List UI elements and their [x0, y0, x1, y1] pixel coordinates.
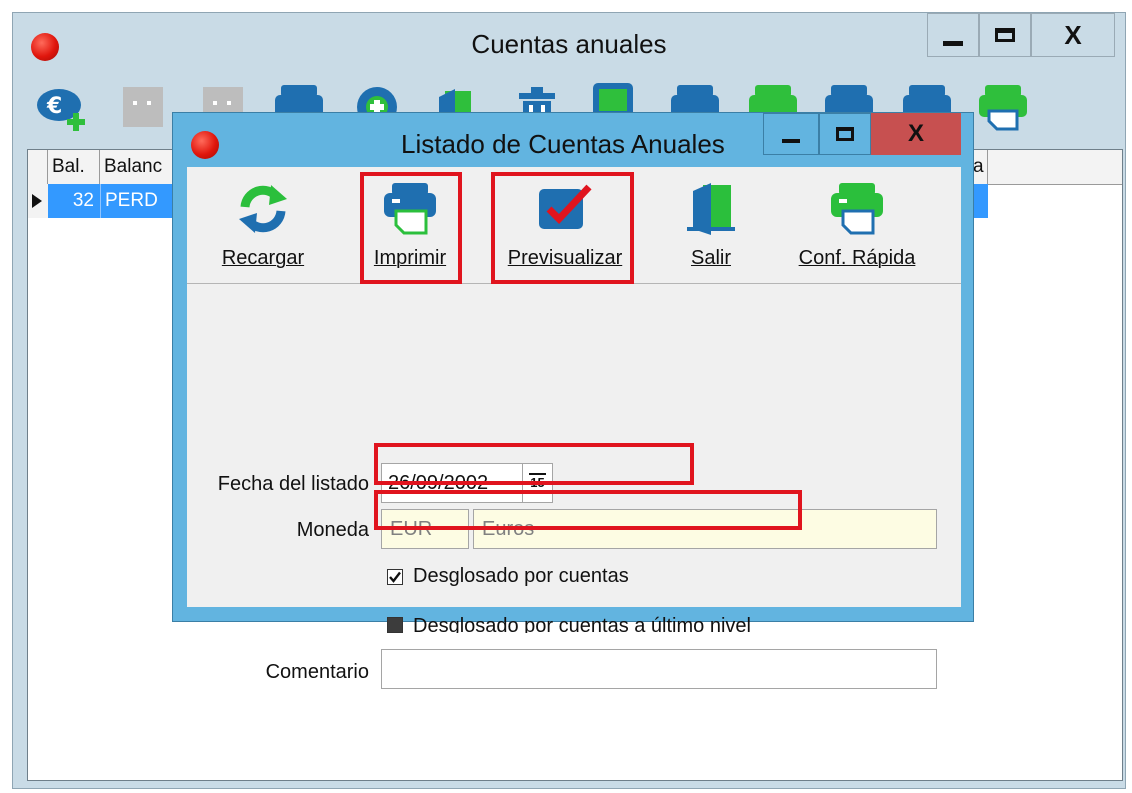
salir-button[interactable]: Salir [671, 177, 751, 277]
imprimir-button[interactable]: Imprimir [365, 177, 455, 277]
calendar-icon: 15 [529, 473, 546, 490]
fecha-label: Fecha del listado [217, 473, 369, 495]
maximize-icon [836, 127, 854, 141]
close-icon: X [1064, 19, 1082, 50]
exit-door-icon [687, 183, 735, 235]
grid-corner [28, 150, 48, 184]
refresh-icon [239, 185, 287, 233]
app-logo-icon [191, 131, 219, 159]
desglosado-checkbox[interactable] [387, 569, 403, 585]
svg-text:€: € [46, 94, 62, 119]
maximize-icon [995, 28, 1015, 42]
previsualizar-label: Previsualizar [507, 247, 623, 269]
column-header-bal[interactable]: Bal. [48, 150, 100, 184]
dialog-toolbar: Recargar Imprimir Previsualizar Salir Co… [187, 167, 961, 284]
recargar-label: Recargar [221, 247, 305, 269]
row-indicator[interactable] [28, 184, 49, 218]
dialog-title: Listado de Cuentas Anuales [401, 129, 725, 159]
checkmark-icon [389, 571, 401, 583]
salir-label: Salir [690, 247, 731, 269]
minimize-icon [782, 139, 800, 143]
dialog-body: Recargar Imprimir Previsualizar Salir Co… [187, 167, 961, 689]
desglosado-ultimo-label: Desglosado por cuentas a último nivel [413, 615, 751, 633]
comentario-label: Comentario [265, 661, 369, 683]
close-icon: X [907, 120, 924, 147]
calendar-button[interactable]: 15 [523, 463, 553, 503]
dialog-minimize-button[interactable] [763, 113, 819, 155]
imprimir-label: Imprimir [373, 247, 447, 269]
main-titlebar[interactable]: Cuentas anuales X [13, 13, 1125, 73]
comentario-input[interactable] [381, 649, 937, 689]
add-euro-icon[interactable]: € [37, 81, 89, 133]
dialog-close-button[interactable]: X [871, 113, 961, 155]
dialog-maximize-button[interactable] [819, 113, 871, 155]
moneda-name-field: Euros [473, 509, 937, 549]
previsualizar-button[interactable]: Previsualizar [497, 177, 633, 277]
row-pointer-icon [32, 194, 42, 208]
minimize-icon [943, 40, 963, 46]
moneda-label: Moneda [296, 519, 369, 541]
desglosado-label: Desglosado por cuentas [413, 565, 629, 587]
main-minimize-button[interactable] [927, 13, 979, 57]
desglosado-ultimo-row: Desglosado por cuentas a último nivel [377, 613, 983, 633]
printer-quick-icon[interactable] [977, 81, 1029, 133]
recargar-button[interactable]: Recargar [205, 177, 321, 277]
preview-check-icon [539, 184, 592, 229]
moneda-code-field[interactable]: EUR [381, 509, 469, 549]
conf-rapida-label: Conf. Rápida [798, 247, 916, 269]
disabled-icon [123, 87, 163, 127]
cell-bal[interactable]: 32 [48, 184, 100, 218]
printer-settings-icon [831, 183, 883, 235]
desglosado-ultimo-checkbox[interactable] [387, 617, 403, 633]
main-maximize-button[interactable] [979, 13, 1031, 57]
fecha-input[interactable]: 26/09/2002 [381, 463, 523, 503]
printer-icon [384, 183, 436, 235]
listado-dialog: Listado de Cuentas Anuales X Recargar Im… [172, 112, 974, 689]
conf-rapida-button[interactable]: Conf. Rápida [789, 177, 925, 277]
main-close-button[interactable]: X [1031, 13, 1115, 57]
